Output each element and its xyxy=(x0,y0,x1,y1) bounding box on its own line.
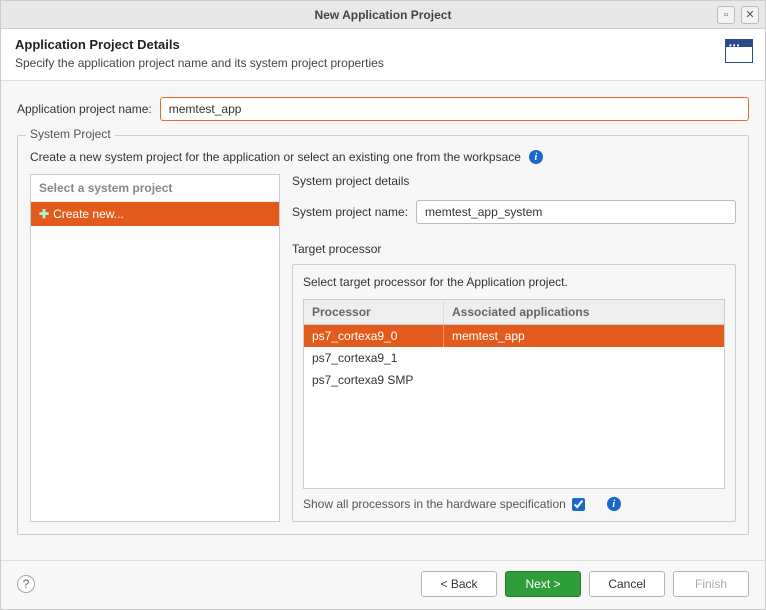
list-item-label: Create new... xyxy=(53,207,124,221)
cell-app xyxy=(444,347,724,369)
back-button[interactable]: < Back xyxy=(421,571,497,597)
list-item-create-new[interactable]: ✚ Create new... xyxy=(31,202,279,226)
target-description: Select target processor for the Applicat… xyxy=(303,275,725,289)
app-name-input[interactable] xyxy=(160,97,749,121)
finish-button[interactable]: Finish xyxy=(673,571,749,597)
banner-subtext: Specify the application project name and… xyxy=(15,56,751,70)
info-icon[interactable]: i xyxy=(529,150,543,164)
table-body: ps7_cortexa9_0 memtest_app ps7_cortexa9_… xyxy=(304,325,724,488)
group-description-row: Create a new system project for the appl… xyxy=(30,150,736,164)
table-header: Processor Associated applications xyxy=(304,300,724,325)
group-description: Create a new system project for the appl… xyxy=(30,150,521,164)
cell-app: memtest_app xyxy=(444,325,724,347)
target-heading: Target processor xyxy=(292,242,736,256)
col-processor: Processor xyxy=(304,300,444,324)
close-icon[interactable]: ✕ xyxy=(741,6,759,24)
table-row[interactable]: ps7_cortexa9_1 xyxy=(304,347,724,369)
titlebar: New Application Project ▫ ✕ xyxy=(1,1,765,29)
show-all-row: Show all processors in the hardware spec… xyxy=(303,497,725,511)
table-row[interactable]: ps7_cortexa9 SMP xyxy=(304,369,724,391)
sys-name-label: System project name: xyxy=(292,205,408,219)
plus-icon: ✚ xyxy=(39,207,49,221)
cell-processor: ps7_cortexa9_1 xyxy=(304,347,444,369)
app-name-row: Application project name: xyxy=(17,97,749,121)
banner-heading: Application Project Details xyxy=(15,37,751,52)
app-name-label: Application project name: xyxy=(17,102,152,116)
cancel-button[interactable]: Cancel xyxy=(589,571,665,597)
window-controls: ▫ ✕ xyxy=(717,6,759,24)
sys-name-input[interactable] xyxy=(416,200,736,224)
application-window-icon: ••• xyxy=(725,39,753,63)
cell-app xyxy=(444,369,724,391)
list-header: Select a system project xyxy=(31,175,279,202)
next-button[interactable]: Next > xyxy=(505,571,581,597)
minimize-icon[interactable]: ▫ xyxy=(717,6,735,24)
system-project-details: System project details System project na… xyxy=(292,174,736,522)
cell-processor: ps7_cortexa9 SMP xyxy=(304,369,444,391)
system-project-group: System Project Create a new system proje… xyxy=(17,135,749,535)
col-apps: Associated applications xyxy=(444,300,724,324)
group-body: Select a system project ✚ Create new... … xyxy=(30,174,736,522)
show-all-label: Show all processors in the hardware spec… xyxy=(303,497,566,511)
group-legend: System Project xyxy=(26,127,115,141)
help-icon[interactable]: ? xyxy=(17,575,35,593)
dialog-window: New Application Project ▫ ✕ Application … xyxy=(0,0,766,610)
wizard-banner: Application Project Details Specify the … xyxy=(1,29,765,81)
table-row[interactable]: ps7_cortexa9_0 memtest_app xyxy=(304,325,724,347)
wizard-content: Application project name: System Project… xyxy=(1,81,765,560)
details-title: System project details xyxy=(292,174,736,188)
button-bar: ? < Back Next > Cancel Finish xyxy=(1,560,765,609)
info-icon[interactable]: i xyxy=(607,497,621,511)
processor-table: Processor Associated applications ps7_co… xyxy=(303,299,725,489)
cell-processor: ps7_cortexa9_0 xyxy=(304,325,444,347)
target-processor-box: Select target processor for the Applicat… xyxy=(292,264,736,522)
sys-name-row: System project name: xyxy=(292,200,736,224)
window-title: New Application Project xyxy=(315,8,452,22)
system-project-list: Select a system project ✚ Create new... xyxy=(30,174,280,522)
show-all-checkbox[interactable] xyxy=(572,498,585,511)
